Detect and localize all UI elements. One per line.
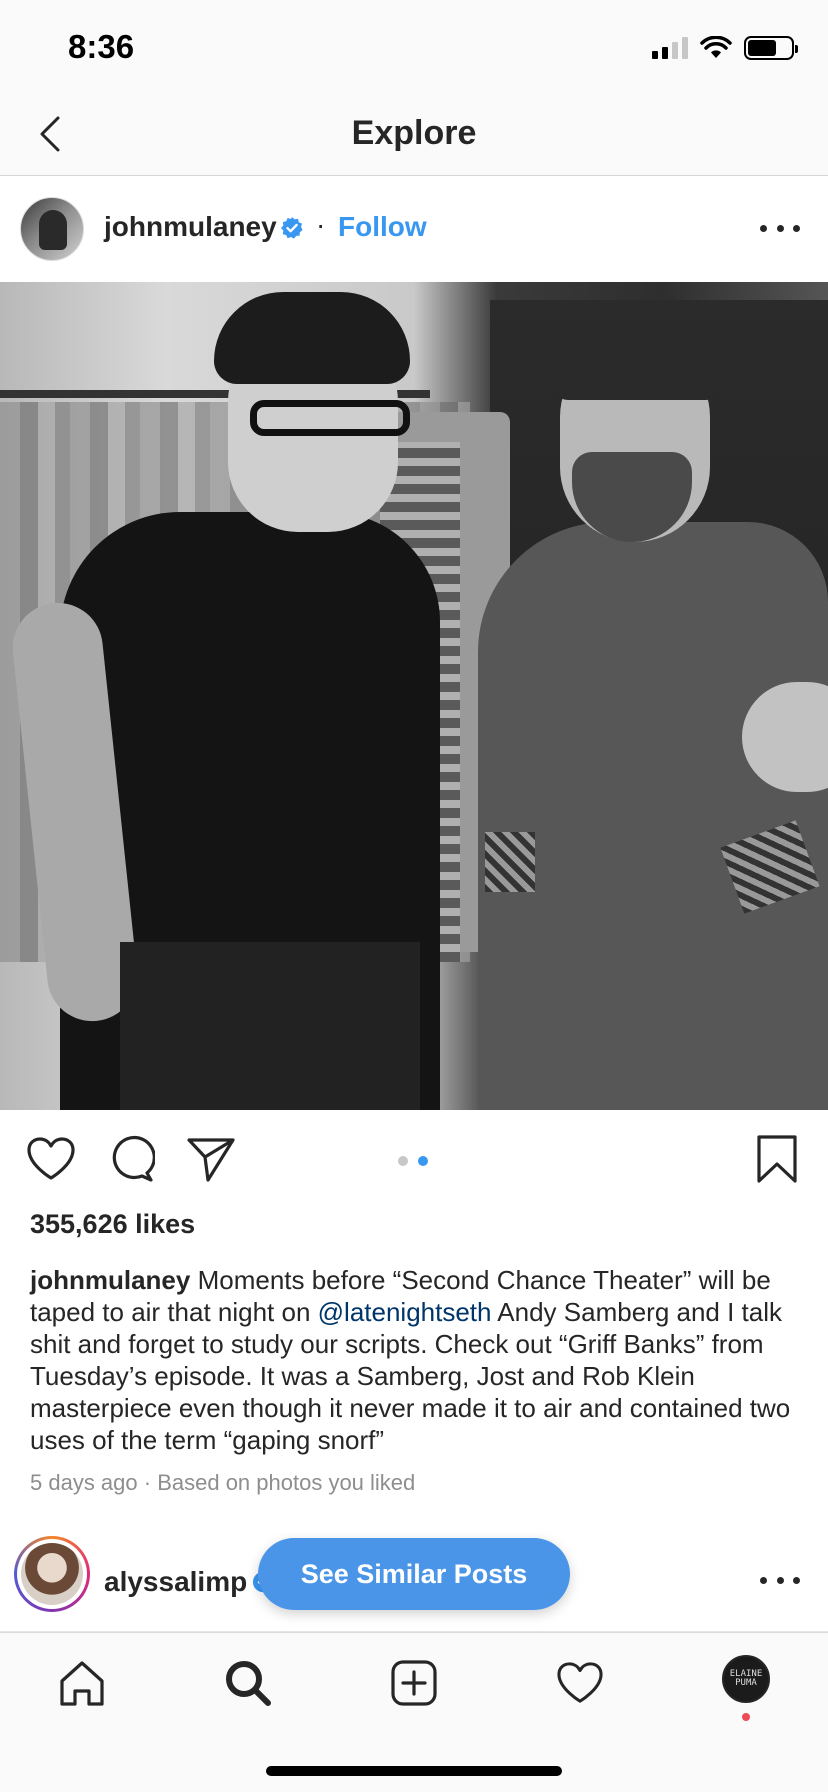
home-indicator xyxy=(266,1766,562,1776)
post-header: johnmulaney · Follow xyxy=(0,176,828,282)
next-post-avatar[interactable] xyxy=(14,1536,90,1612)
status-time: 8:36 xyxy=(68,28,135,65)
battery-icon xyxy=(744,36,798,60)
post-time: 5 days ago xyxy=(30,1470,138,1495)
post-username[interactable]: johnmulaney xyxy=(104,211,277,243)
recommendation-reason: Based on photos you liked xyxy=(157,1470,416,1495)
send-icon xyxy=(187,1138,235,1182)
profile-avatar-logo: ELAINE PUMA xyxy=(729,1669,763,1688)
post-caption: johnmulaney Moments before “Second Chanc… xyxy=(30,1264,798,1456)
follow-button[interactable]: Follow xyxy=(338,211,427,243)
meta-separator: · xyxy=(137,1470,158,1495)
more-options-button[interactable] xyxy=(760,216,800,240)
carousel-indicator xyxy=(398,1156,428,1166)
post-body: 355,626 likes johnmulaney Moments before… xyxy=(0,1208,828,1526)
share-button[interactable] xyxy=(184,1132,238,1186)
tab-new-post[interactable] xyxy=(384,1653,444,1713)
header-separator: · xyxy=(316,209,326,240)
post-photo[interactable] xyxy=(0,282,828,1110)
next-post-username[interactable]: alyssalimp xyxy=(104,1566,247,1598)
like-button[interactable] xyxy=(24,1132,78,1186)
post-meta: 5 days ago · Based on photos you liked xyxy=(30,1470,798,1496)
wifi-icon xyxy=(700,36,732,58)
bookmark-icon xyxy=(757,1135,797,1183)
tab-activity[interactable] xyxy=(550,1653,610,1713)
carousel-dot-1 xyxy=(398,1156,408,1166)
status-icons xyxy=(652,36,798,60)
status-bar: 8:36 xyxy=(0,0,828,96)
post-action-bar xyxy=(0,1110,828,1208)
comment-button[interactable] xyxy=(104,1132,158,1186)
notification-dot xyxy=(742,1713,750,1721)
next-more-options-button[interactable] xyxy=(760,1570,800,1590)
caption-mention[interactable]: @latenightseth xyxy=(318,1297,492,1327)
likes-count[interactable]: 355,626 likes xyxy=(30,1208,798,1240)
tab-search[interactable] xyxy=(218,1653,278,1713)
comment-icon xyxy=(112,1136,155,1182)
verified-badge-icon xyxy=(281,217,303,239)
carousel-dot-2 xyxy=(418,1156,428,1166)
avatar[interactable] xyxy=(20,197,84,261)
tab-home[interactable] xyxy=(52,1653,112,1713)
see-similar-posts-button[interactable]: See Similar Posts xyxy=(258,1538,570,1610)
add-post-icon xyxy=(391,1660,437,1706)
home-icon xyxy=(60,1661,104,1706)
save-button[interactable] xyxy=(750,1132,804,1186)
search-icon xyxy=(226,1661,271,1706)
page-title: Explore xyxy=(351,114,477,152)
tab-profile[interactable]: ELAINE PUMA xyxy=(722,1655,770,1703)
caption-username[interactable]: johnmulaney xyxy=(30,1265,190,1295)
heart-icon xyxy=(27,1137,75,1180)
activity-heart-icon xyxy=(557,1662,603,1703)
cellular-signal-icon xyxy=(652,37,688,59)
nav-header: Explore xyxy=(0,96,828,176)
